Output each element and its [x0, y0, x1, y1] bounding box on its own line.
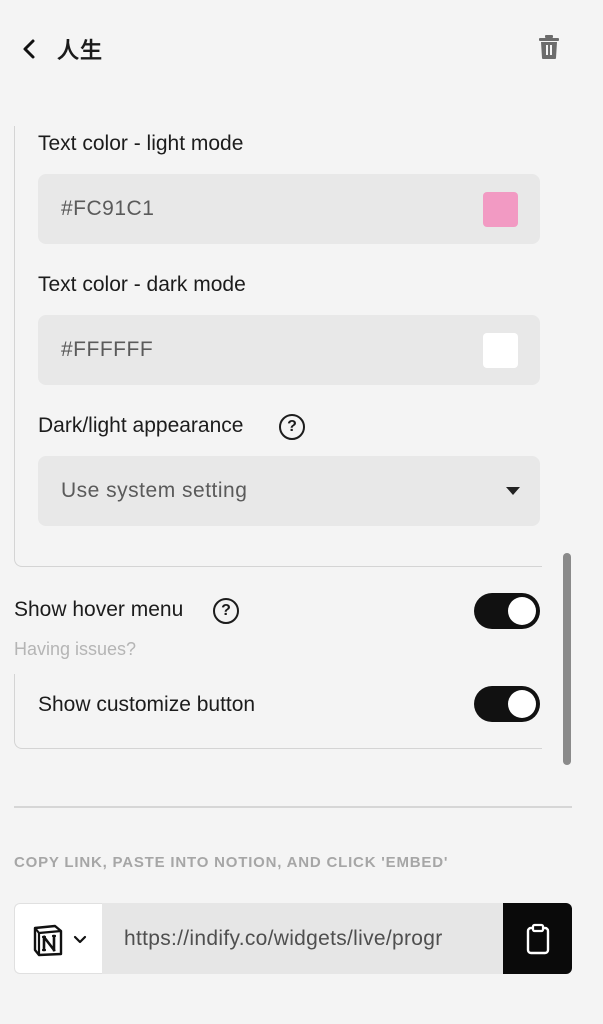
color-swatch-light[interactable]	[483, 192, 518, 227]
toggle-knob	[508, 597, 536, 625]
embed-url-field[interactable]: https://indify.co/widgets/live/progr	[102, 903, 503, 974]
hover-menu-toggle[interactable]	[474, 593, 540, 629]
text-color-light-label: Text color - light mode	[38, 132, 244, 155]
trash-icon	[539, 35, 559, 59]
back-button[interactable]	[16, 36, 42, 62]
customize-button-label: Show customize button	[38, 693, 256, 716]
appearance-selected-value: Use system setting	[61, 479, 248, 502]
color-swatch-dark[interactable]	[483, 333, 518, 368]
embed-link-bar: https://indify.co/widgets/live/progr	[14, 903, 572, 974]
platform-select[interactable]	[14, 903, 102, 974]
text-color-light-input[interactable]: #FC91C1	[38, 174, 540, 244]
header: 人生	[0, 0, 603, 96]
having-issues-link[interactable]: Having issues?	[14, 639, 136, 660]
delete-button[interactable]	[536, 33, 562, 61]
scrollbar-thumb[interactable]	[563, 553, 571, 765]
chevron-left-icon	[23, 39, 35, 59]
appearance-select[interactable]: Use system setting	[38, 456, 540, 526]
toggle-knob	[508, 690, 536, 718]
copy-link-button[interactable]	[503, 903, 572, 974]
question-circle-icon[interactable]: ?	[279, 414, 305, 440]
clipboard-icon	[526, 923, 549, 954]
notion-icon	[33, 924, 63, 957]
text-color-dark-input[interactable]: #FFFFFF	[38, 315, 540, 385]
question-circle-icon[interactable]: ?	[213, 598, 239, 624]
embed-url-text: https://indify.co/widgets/live/progr	[124, 927, 443, 950]
chevron-down-icon	[73, 935, 87, 944]
page-title: 人生	[57, 38, 104, 63]
widget-settings-screen: 人生 Text color - light mode #FC91C1 Text …	[0, 0, 603, 1024]
section-divider	[14, 806, 572, 808]
embed-instructions-heading: COPY LINK, PASTE INTO NOTION, AND CLICK …	[14, 854, 449, 871]
hover-menu-label: Show hover menu	[14, 598, 184, 621]
text-color-light-value: #FC91C1	[61, 197, 155, 220]
caret-down-icon	[506, 487, 520, 495]
appearance-label: Dark/light appearance	[38, 414, 244, 437]
customize-button-toggle[interactable]	[474, 686, 540, 722]
text-color-dark-label: Text color - dark mode	[38, 273, 246, 296]
text-color-dark-value: #FFFFFF	[61, 338, 154, 361]
